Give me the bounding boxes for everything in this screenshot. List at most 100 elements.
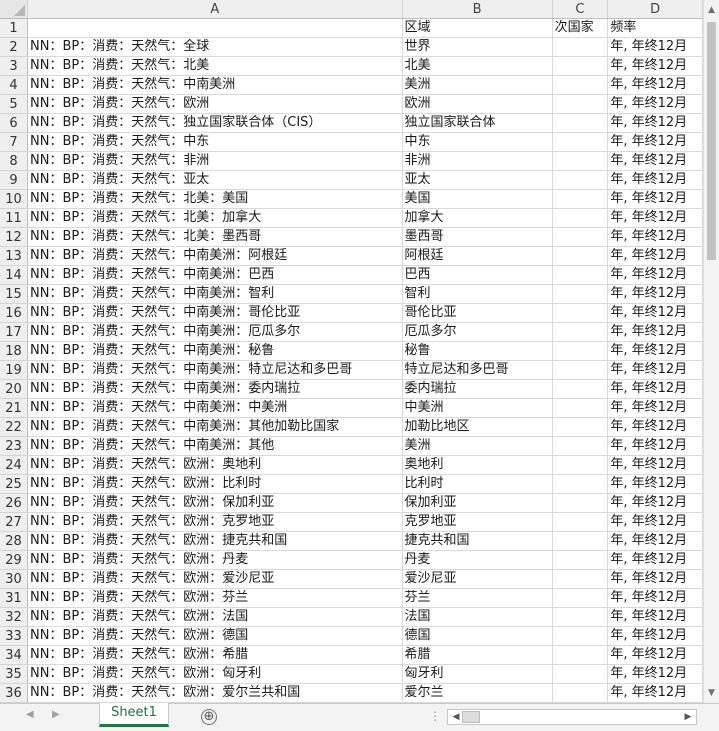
row-header[interactable]: 16 xyxy=(0,303,29,323)
cell-d[interactable]: 年, 年终12月 xyxy=(607,113,703,133)
cell-d[interactable]: 年, 年终12月 xyxy=(607,284,703,304)
cell-c[interactable] xyxy=(552,607,609,627)
row-header[interactable]: 36 xyxy=(0,683,29,703)
cell-c[interactable] xyxy=(552,588,609,608)
row-header[interactable]: 11 xyxy=(0,208,29,228)
cell-d[interactable]: 年, 年终12月 xyxy=(607,322,703,342)
cell-d[interactable]: 年, 年终12月 xyxy=(607,56,703,76)
cell-a[interactable]: NN：BP：消费：天然气：欧洲：芬兰 xyxy=(27,588,403,608)
cell-a[interactable]: NN：BP：消费：天然气：欧洲：比利时 xyxy=(27,474,403,494)
cell-b[interactable]: 法国 xyxy=(402,607,553,627)
row-header[interactable]: 2 xyxy=(0,37,29,57)
cell-a[interactable] xyxy=(27,18,403,38)
cell-a[interactable]: NN：BP：消费：天然气：独立国家联合体（CIS） xyxy=(27,113,403,133)
cell-b[interactable]: 厄瓜多尔 xyxy=(402,322,553,342)
cell-d[interactable]: 年, 年终12月 xyxy=(607,265,703,285)
cell-a[interactable]: NN：BP：消费：天然气：北美 xyxy=(27,56,403,76)
row-header[interactable]: 22 xyxy=(0,417,29,437)
cell-c[interactable] xyxy=(552,531,609,551)
cell-b[interactable]: 希腊 xyxy=(402,645,553,665)
cell-c[interactable] xyxy=(552,75,609,95)
cell-c[interactable] xyxy=(552,284,609,304)
row-header[interactable]: 7 xyxy=(0,132,29,152)
cell-d[interactable]: 年, 年终12月 xyxy=(607,512,703,532)
cell-d[interactable]: 年, 年终12月 xyxy=(607,189,703,209)
cell-d[interactable]: 年, 年终12月 xyxy=(607,588,703,608)
cell-d[interactable]: 年, 年终12月 xyxy=(607,37,703,57)
cell-c[interactable] xyxy=(552,569,609,589)
cell-c[interactable] xyxy=(552,303,609,323)
scroll-up-arrow-icon[interactable]: ▲ xyxy=(704,2,719,18)
cell-c[interactable] xyxy=(552,322,609,342)
cell-c[interactable] xyxy=(552,189,609,209)
scroll-down-arrow-icon[interactable]: ▼ xyxy=(704,685,719,701)
row-header[interactable]: 25 xyxy=(0,474,29,494)
row-header[interactable]: 6 xyxy=(0,113,29,133)
cell-b[interactable]: 特立尼达和多巴哥 xyxy=(402,360,553,380)
scroll-right-arrow-icon[interactable]: ▶ xyxy=(682,710,694,724)
cell-b[interactable]: 芬兰 xyxy=(402,588,553,608)
cell-a[interactable]: NN：BP：消费：天然气：北美：美国 xyxy=(27,189,403,209)
cell-c[interactable] xyxy=(552,645,609,665)
cell-b[interactable]: 奥地利 xyxy=(402,455,553,475)
cell-c[interactable] xyxy=(552,94,609,114)
cell-b[interactable]: 非洲 xyxy=(402,151,553,171)
cell-d[interactable]: 年, 年终12月 xyxy=(607,170,703,190)
cell-b[interactable]: 巴西 xyxy=(402,265,553,285)
cell-b[interactable]: 比利时 xyxy=(402,474,553,494)
cell-c[interactable] xyxy=(552,113,609,133)
cell-a[interactable]: NN：BP：消费：天然气：中南美洲：巴西 xyxy=(27,265,403,285)
cell-c[interactable] xyxy=(552,493,609,513)
more-options-icon[interactable]: ⋮ xyxy=(429,709,442,723)
cell-c[interactable] xyxy=(552,151,609,171)
cell-d[interactable]: 年, 年终12月 xyxy=(607,550,703,570)
row-header[interactable]: 32 xyxy=(0,607,29,627)
cell-b[interactable]: 爱尔兰 xyxy=(402,683,553,703)
row-header[interactable]: 9 xyxy=(0,170,29,190)
cell-a[interactable]: NN：BP：消费：天然气：中南美洲：中美洲 xyxy=(27,398,403,418)
cell-c[interactable] xyxy=(552,227,609,247)
row-header[interactable]: 3 xyxy=(0,56,29,76)
cell-a[interactable]: NN：BP：消费：天然气：欧洲：爱尔兰共和国 xyxy=(27,683,403,703)
cell-b[interactable]: 亚太 xyxy=(402,170,553,190)
row-header[interactable]: 24 xyxy=(0,455,29,475)
cell-b[interactable]: 欧洲 xyxy=(402,94,553,114)
row-header[interactable]: 17 xyxy=(0,322,29,342)
row-header[interactable]: 15 xyxy=(0,284,29,304)
cell-b[interactable]: 保加利亚 xyxy=(402,493,553,513)
row-header[interactable]: 8 xyxy=(0,151,29,171)
cell-a[interactable]: NN：BP：消费：天然气：中南美洲：其他 xyxy=(27,436,403,456)
cell-d[interactable]: 年, 年终12月 xyxy=(607,531,703,551)
scroll-left-arrow-icon[interactable]: ◀ xyxy=(450,710,462,724)
cell-d[interactable]: 年, 年终12月 xyxy=(607,626,703,646)
row-header[interactable]: 14 xyxy=(0,265,29,285)
add-sheet-icon[interactable]: ⊕ xyxy=(201,709,217,725)
cell-a[interactable]: NN：BP：消费：天然气：欧洲：匈牙利 xyxy=(27,664,403,684)
row-header[interactable]: 33 xyxy=(0,626,29,646)
prev-sheet-icon[interactable]: ◀ xyxy=(26,709,34,720)
cell-d[interactable]: 年, 年终12月 xyxy=(607,474,703,494)
row-header[interactable]: 21 xyxy=(0,398,29,418)
row-header[interactable]: 29 xyxy=(0,550,29,570)
spreadsheet-grid[interactable]: A B C D 1 区域 次国家 频率 2 NN：BP：消费：天然气：全球 世界 年, 年终1… xyxy=(0,0,703,703)
cell-c[interactable] xyxy=(552,208,609,228)
cell-d[interactable]: 年, 年终12月 xyxy=(607,303,703,323)
cell-a[interactable]: NN：BP：消费：天然气：欧洲：丹麦 xyxy=(27,550,403,570)
cell-b[interactable]: 爱沙尼亚 xyxy=(402,569,553,589)
cell-c[interactable] xyxy=(552,436,609,456)
cell-a[interactable]: NN：BP：消费：天然气：欧洲：奥地利 xyxy=(27,455,403,475)
vertical-scrollbar[interactable]: ▲ ▼ xyxy=(703,0,719,703)
cell-a[interactable]: NN：BP：消费：天然气：中南美洲：智利 xyxy=(27,284,403,304)
cell-a[interactable]: NN：BP：消费：天然气：中南美洲：厄瓜多尔 xyxy=(27,322,403,342)
row-header[interactable]: 31 xyxy=(0,588,29,608)
row-header[interactable]: 1 xyxy=(0,18,29,38)
cell-c[interactable] xyxy=(552,455,609,475)
cell-d[interactable]: 年, 年终12月 xyxy=(607,227,703,247)
cell-b[interactable]: 中东 xyxy=(402,132,553,152)
cell-c[interactable] xyxy=(552,265,609,285)
cell-c[interactable] xyxy=(552,246,609,266)
cell-a[interactable]: NN：BP：消费：天然气：北美：加拿大 xyxy=(27,208,403,228)
cell-b[interactable]: 中美洲 xyxy=(402,398,553,418)
row-header[interactable]: 18 xyxy=(0,341,29,361)
cell-c[interactable] xyxy=(552,512,609,532)
